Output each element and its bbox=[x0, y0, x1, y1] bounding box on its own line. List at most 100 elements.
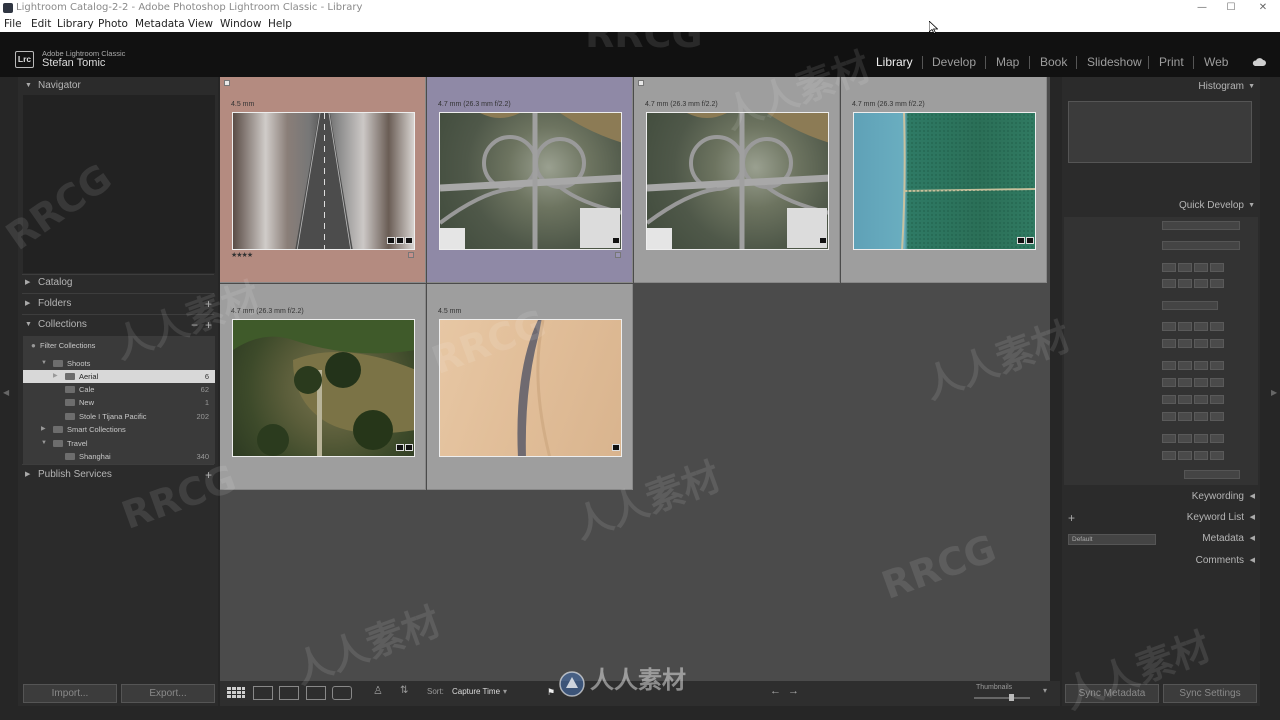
decrease-button[interactable] bbox=[1178, 322, 1192, 331]
add-keyword-icon[interactable]: + bbox=[1068, 508, 1075, 528]
decrease-large-button[interactable] bbox=[1162, 395, 1176, 404]
pick-flag-icon[interactable] bbox=[638, 80, 644, 86]
photo-thumbnail[interactable] bbox=[646, 112, 829, 250]
increase-button[interactable] bbox=[1194, 378, 1208, 387]
menu-library[interactable]: Library bbox=[57, 16, 94, 32]
decrease-button[interactable] bbox=[1178, 434, 1192, 443]
increase-large-button[interactable] bbox=[1210, 361, 1224, 370]
photo-thumbnail[interactable] bbox=[439, 112, 622, 250]
navigator-header[interactable]: ▼ Navigator bbox=[18, 77, 218, 95]
next-arrow-icon[interactable]: → bbox=[788, 685, 799, 697]
pick-flag-icon[interactable]: ⚑ bbox=[547, 687, 555, 698]
decrease-button[interactable] bbox=[1178, 451, 1192, 460]
increase-large-button[interactable] bbox=[1210, 279, 1224, 288]
auto-tone-button[interactable] bbox=[1162, 301, 1218, 310]
decrease-large-button[interactable] bbox=[1162, 378, 1176, 387]
sort-select[interactable]: Capture Time bbox=[452, 687, 500, 696]
saved-preset-select[interactable] bbox=[1162, 221, 1240, 230]
decrease-large-button[interactable] bbox=[1162, 361, 1176, 370]
previous-arrow-icon[interactable]: ← bbox=[770, 685, 781, 697]
sync-settings-button[interactable]: Sync Settings bbox=[1163, 684, 1257, 703]
increase-large-button[interactable] bbox=[1210, 263, 1224, 272]
increase-button[interactable] bbox=[1194, 339, 1208, 348]
survey-view-icon[interactable] bbox=[306, 686, 326, 700]
module-library[interactable]: Library bbox=[876, 55, 913, 69]
increase-button[interactable] bbox=[1194, 451, 1208, 460]
menu-edit[interactable]: Edit bbox=[31, 16, 51, 32]
module-map[interactable]: Map bbox=[996, 55, 1019, 69]
photo-thumbnail[interactable] bbox=[853, 112, 1036, 250]
remove-collection-icon[interactable]: − bbox=[191, 316, 198, 334]
close-button[interactable]: ✕ bbox=[1248, 0, 1278, 16]
pick-flag-icon[interactable] bbox=[224, 80, 230, 86]
increase-large-button[interactable] bbox=[1210, 434, 1224, 443]
right-panel-toggle-icon[interactable]: ▶ bbox=[1271, 388, 1277, 397]
decrease-large-button[interactable] bbox=[1162, 279, 1176, 288]
menu-help[interactable]: Help bbox=[268, 16, 292, 32]
grid-cell[interactable]: 4.7 mm (26.3 mm f/2.2) bbox=[220, 284, 426, 490]
increase-large-button[interactable] bbox=[1210, 395, 1224, 404]
menu-window[interactable]: Window bbox=[220, 16, 261, 32]
increase-large-button[interactable] bbox=[1210, 378, 1224, 387]
grid-cell[interactable]: 4.5 mm bbox=[427, 284, 633, 490]
navigator-preview[interactable] bbox=[23, 95, 215, 273]
decrease-large-button[interactable] bbox=[1162, 339, 1176, 348]
photo-thumbnail[interactable] bbox=[232, 319, 415, 457]
collections-header[interactable]: ▼ Collections − + bbox=[18, 316, 218, 334]
thumbnail-size-slider[interactable] bbox=[974, 697, 1030, 699]
color-label-icon[interactable] bbox=[615, 252, 621, 258]
increase-button[interactable] bbox=[1194, 322, 1208, 331]
reset-all-button[interactable] bbox=[1184, 470, 1240, 479]
menu-view[interactable]: View bbox=[188, 16, 213, 32]
histogram-header[interactable]: Histogram ▼ bbox=[1062, 77, 1260, 97]
people-view-icon[interactable] bbox=[332, 686, 352, 700]
increase-button[interactable] bbox=[1194, 263, 1208, 272]
decrease-large-button[interactable] bbox=[1162, 434, 1176, 443]
thumbnail-slider-handle[interactable] bbox=[1009, 694, 1014, 701]
collection-set-smart-collections[interactable]: ▶ Smart Collections bbox=[23, 423, 215, 436]
catalog-header[interactable]: ▶ Catalog bbox=[18, 274, 218, 292]
metadata-preset-select[interactable]: Default bbox=[1068, 534, 1156, 545]
menu-metadata[interactable]: Metadata bbox=[135, 16, 185, 32]
increase-large-button[interactable] bbox=[1210, 322, 1224, 331]
collection-set-travel[interactable]: ▼ Travel bbox=[23, 437, 215, 450]
collection-stole-i-tijana-pacific[interactable]: Stole I Tijana Pacific 202 bbox=[23, 410, 215, 423]
increase-large-button[interactable] bbox=[1210, 451, 1224, 460]
menu-file[interactable]: File bbox=[4, 16, 22, 32]
grid-cell[interactable]: 4.7 mm (26.3 mm f/2.2) bbox=[427, 77, 633, 283]
minimize-button[interactable]: — bbox=[1187, 0, 1217, 16]
increase-button[interactable] bbox=[1194, 412, 1208, 421]
decrease-large-button[interactable] bbox=[1162, 263, 1176, 272]
publish-services-header[interactable]: ▶ Publish Services + bbox=[18, 466, 218, 484]
module-book[interactable]: Book bbox=[1040, 55, 1067, 69]
collection-shanghai[interactable]: Shanghai 340 bbox=[23, 450, 215, 463]
folders-header[interactable]: ▶ Folders + bbox=[18, 295, 218, 313]
color-label-icon[interactable] bbox=[408, 252, 414, 258]
decrease-large-button[interactable] bbox=[1162, 412, 1176, 421]
toolbar-menu-chevron-icon[interactable]: ▾ bbox=[1043, 686, 1047, 695]
collection-cale[interactable]: Cale 62 bbox=[23, 383, 215, 396]
decrease-large-button[interactable] bbox=[1162, 451, 1176, 460]
decrease-large-button[interactable] bbox=[1162, 322, 1176, 331]
increase-large-button[interactable] bbox=[1210, 339, 1224, 348]
filter-collections[interactable]: ● Filter Collections bbox=[23, 339, 215, 352]
decrease-button[interactable] bbox=[1178, 339, 1192, 348]
cloud-sync-icon[interactable] bbox=[1252, 57, 1266, 66]
grid-view-icon[interactable] bbox=[226, 686, 246, 700]
increase-large-button[interactable] bbox=[1210, 412, 1224, 421]
import-button[interactable]: Import... bbox=[23, 684, 117, 703]
module-print[interactable]: Print bbox=[1159, 55, 1184, 69]
increase-button[interactable] bbox=[1194, 279, 1208, 288]
decrease-button[interactable] bbox=[1178, 395, 1192, 404]
compare-view-icon[interactable] bbox=[279, 686, 299, 700]
add-publish-service-icon[interactable]: + bbox=[205, 466, 212, 484]
decrease-button[interactable] bbox=[1178, 412, 1192, 421]
add-folder-icon[interactable]: + bbox=[205, 295, 212, 313]
collection-new[interactable]: New 1 bbox=[23, 396, 215, 409]
collection-aerial[interactable]: ▶ Aerial 6 bbox=[23, 370, 215, 383]
keywording-header[interactable]: Keywording ◀ bbox=[1062, 487, 1260, 507]
menu-photo[interactable]: Photo bbox=[98, 16, 128, 32]
increase-button[interactable] bbox=[1194, 395, 1208, 404]
star-rating[interactable]: ★★★★ bbox=[231, 251, 253, 259]
sort-direction-icon[interactable]: ⇅ bbox=[400, 685, 408, 696]
